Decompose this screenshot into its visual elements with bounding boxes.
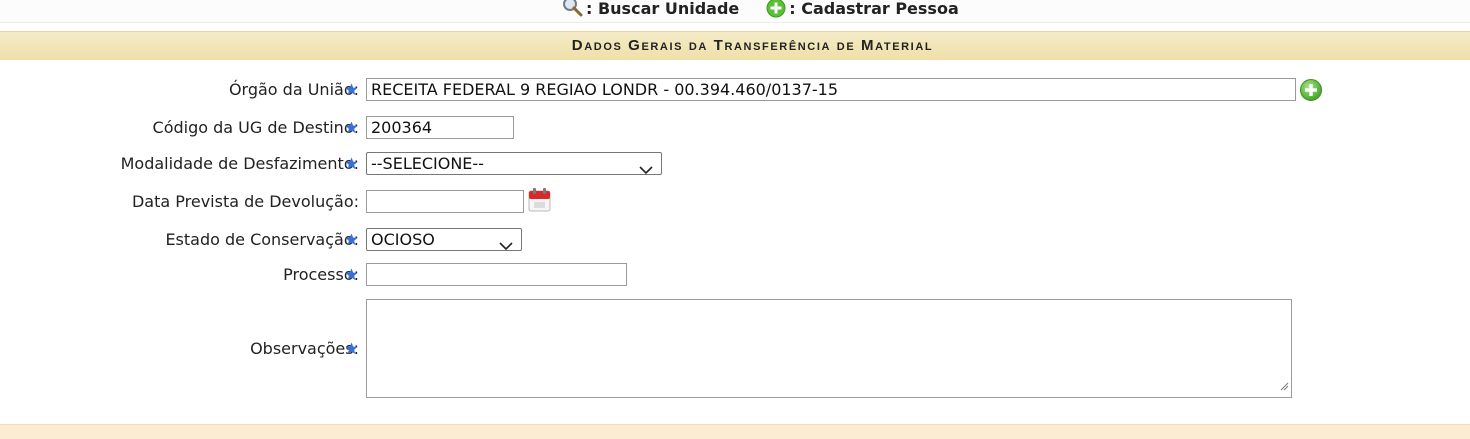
- magnifier-icon: [560, 0, 584, 18]
- codigo-ug-label: Código da UG de Destino:: [152, 118, 359, 137]
- required-star-icon: [345, 342, 358, 355]
- required-star-icon: [345, 233, 358, 246]
- add-orgao-button[interactable]: [1299, 78, 1323, 102]
- modalidade-select[interactable]: --SELECIONE--: [366, 152, 662, 175]
- data-prevista-input[interactable]: [366, 190, 524, 213]
- plus-icon: [765, 0, 787, 19]
- observacoes-textarea[interactable]: [366, 299, 1292, 398]
- modalidade-label: Modalidade de Desfazimento:: [120, 154, 359, 173]
- codigo-ug-input[interactable]: 200364: [366, 116, 514, 139]
- row-codigo-ug: Código da UG de Destino: 200364: [0, 114, 1470, 142]
- add-green-plus-icon: [1300, 79, 1322, 101]
- section-header: Dados Gerais da Transferência de Materia…: [0, 31, 1470, 61]
- chevron-down-icon: [499, 235, 513, 250]
- required-star-icon: [345, 157, 358, 170]
- calendar-icon: [528, 188, 551, 212]
- legend-register-person: : Cadastrar Pessoa: [765, 0, 959, 19]
- required-star-icon: [345, 268, 358, 281]
- legend-bar: : Buscar Unidade : Cadastrar Pessoa: [0, 0, 1470, 23]
- orgao-input[interactable]: RECEITA FEDERAL 9 REGIAO LONDR - 00.394.…: [366, 78, 1296, 101]
- legend-search-unit-label: : Buscar Unidade: [586, 0, 740, 18]
- section-title: Dados Gerais da Transferência de Materia…: [571, 37, 934, 54]
- row-estado: Estado de Conservação: OCIOSO: [0, 226, 1470, 254]
- legend: : Buscar Unidade : Cadastrar Pessoa: [560, 0, 959, 20]
- legend-register-person-label: : Cadastrar Pessoa: [789, 0, 959, 18]
- estado-label: Estado de Conservação:: [165, 230, 359, 249]
- legend-search-unit: : Buscar Unidade: [560, 0, 739, 18]
- observacoes-label: Observações:: [250, 339, 359, 358]
- processo-input[interactable]: [366, 263, 627, 286]
- estado-selected: OCIOSO: [371, 230, 435, 249]
- row-data-prevista: Data Prevista de Devolução:: [0, 188, 1470, 216]
- resize-grip-icon[interactable]: [1279, 376, 1289, 395]
- chevron-down-icon: [639, 159, 653, 174]
- data-prevista-label: Data Prevista de Devolução:: [131, 192, 359, 211]
- row-orgao: Órgão da União: RECEITA FEDERAL 9 REGIAO…: [0, 76, 1470, 104]
- calendar-button[interactable]: [527, 187, 553, 213]
- modalidade-selected: --SELECIONE--: [371, 154, 484, 173]
- row-modalidade: Modalidade de Desfazimento: --SELECIONE-…: [0, 150, 1470, 178]
- estado-select[interactable]: OCIOSO: [366, 228, 522, 251]
- footer-bar: [0, 424, 1470, 439]
- required-star-icon: [345, 121, 358, 134]
- required-star-icon: [345, 83, 358, 96]
- row-processo: Processo:: [0, 261, 1470, 289]
- orgao-label: Órgão da União:: [228, 80, 359, 99]
